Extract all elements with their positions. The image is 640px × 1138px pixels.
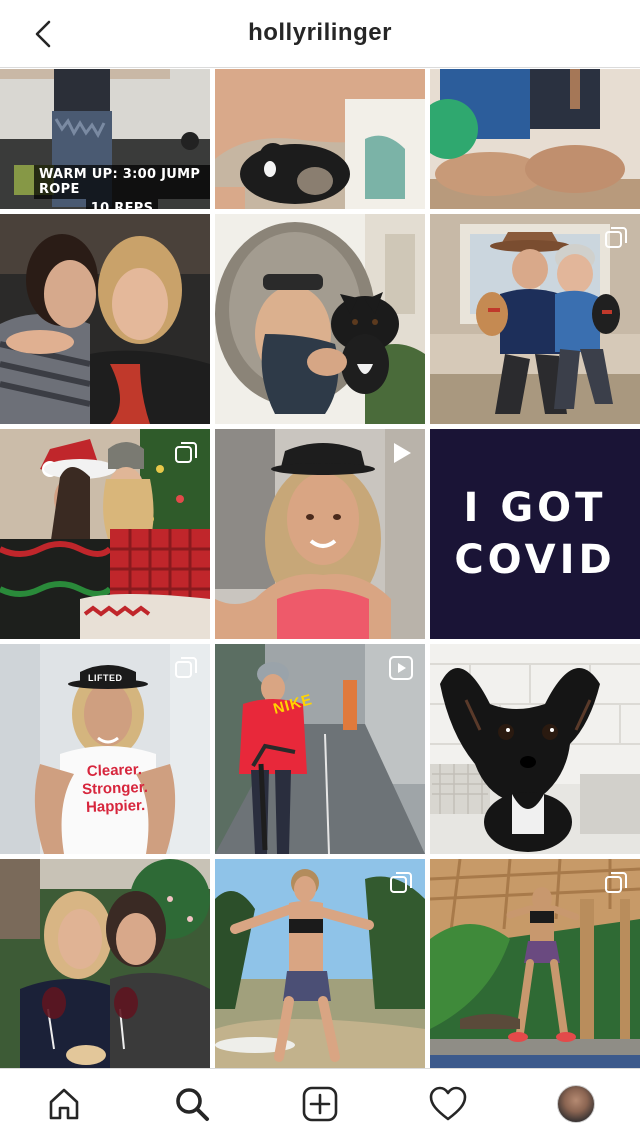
- post-thumbnail[interactable]: [430, 214, 640, 424]
- overlay-line-2: 10 REPS: [85, 199, 159, 209]
- post-thumbnail[interactable]: LIFTED Clearer. Stronger. Happier.: [0, 644, 210, 854]
- post-image: [430, 644, 640, 854]
- home-icon: [49, 1088, 79, 1120]
- activity-heart-icon: [429, 1086, 467, 1121]
- covid-text-line-2: COVID: [454, 537, 616, 583]
- post-image: [0, 859, 210, 1068]
- post-thumbnail[interactable]: I GOT COVID: [430, 429, 640, 639]
- post-thumbnail[interactable]: [0, 214, 210, 424]
- post-image: [215, 69, 425, 209]
- post-thumbnail[interactable]: [0, 429, 210, 639]
- multiple-photos-icon: [175, 442, 197, 463]
- posts-grid: WARM UP: 3:00 JUMP ROPE 10 REPS I GOT CO…: [0, 69, 640, 1068]
- covid-text-line-1: I GOT: [463, 485, 607, 531]
- workout-text-overlay: WARM UP: 3:00 JUMP ROPE 10 REPS: [34, 165, 210, 209]
- profile-avatar: [557, 1085, 595, 1123]
- bottom-tab-bar: [0, 1068, 640, 1138]
- new-post-icon: [302, 1086, 338, 1122]
- post-thumbnail[interactable]: [430, 644, 640, 854]
- shirt-line-3: Happier.: [85, 796, 146, 817]
- video-play-icon: [394, 443, 411, 463]
- multiple-photos-icon: [390, 872, 412, 893]
- multiple-photos-icon: [605, 872, 627, 893]
- search-icon: [176, 1088, 209, 1121]
- post-image: [430, 69, 640, 209]
- post-thumbnail[interactable]: [215, 69, 425, 209]
- post-thumbnail[interactable]: [215, 214, 425, 424]
- post-image: [0, 214, 210, 424]
- cap-logo-text: LIFTED: [88, 673, 123, 683]
- shirt-line-2: Stronger.: [81, 778, 149, 799]
- video-play-icon: [389, 656, 413, 680]
- profile-header: hollyrilinger: [0, 0, 640, 68]
- tab-profile[interactable]: [512, 1069, 640, 1138]
- post-thumbnail[interactable]: [430, 69, 640, 209]
- shirt-slogan: Clearer. Stronger. Happier.: [69, 760, 161, 817]
- post-thumbnail[interactable]: WARM UP: 3:00 JUMP ROPE 10 REPS: [0, 69, 210, 209]
- post-thumbnail[interactable]: NIKE: [215, 644, 425, 854]
- post-thumbnail[interactable]: [215, 859, 425, 1068]
- post-image: [215, 214, 425, 424]
- post-thumbnail[interactable]: [215, 429, 425, 639]
- tab-home[interactable]: [0, 1069, 128, 1138]
- multiple-photos-icon: [175, 657, 197, 678]
- post-thumbnail[interactable]: [0, 859, 210, 1068]
- tab-activity[interactable]: [384, 1069, 512, 1138]
- tab-search[interactable]: [128, 1069, 256, 1138]
- post-thumbnail[interactable]: [430, 859, 640, 1068]
- multiple-photos-icon: [605, 227, 627, 248]
- overlay-line-1: WARM UP: 3:00 JUMP ROPE: [34, 165, 210, 199]
- profile-username-title: hollyrilinger: [248, 19, 392, 46]
- tab-new-post[interactable]: [256, 1069, 384, 1138]
